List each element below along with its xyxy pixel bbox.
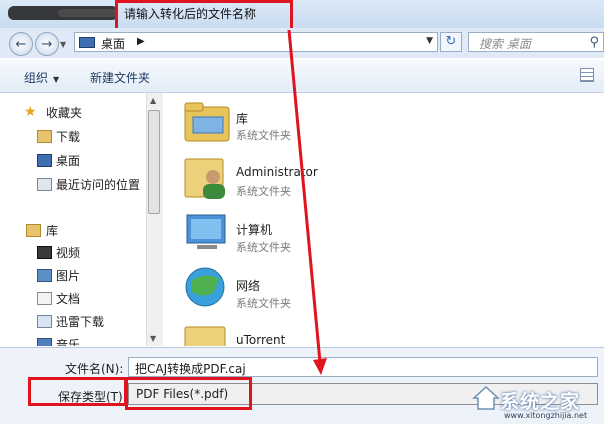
watermark-url: www.xitongzhijia.net [504,411,588,420]
watermark-text: 系统之家 [500,391,581,413]
watermark-logo: 系统之家 www.xitongzhijia.net [470,380,602,420]
watermark-house-icon [472,385,500,410]
annotation-arrow-line [287,29,322,363]
annotation-arrow [287,29,327,375]
annotation-arrow-head [313,358,327,375]
